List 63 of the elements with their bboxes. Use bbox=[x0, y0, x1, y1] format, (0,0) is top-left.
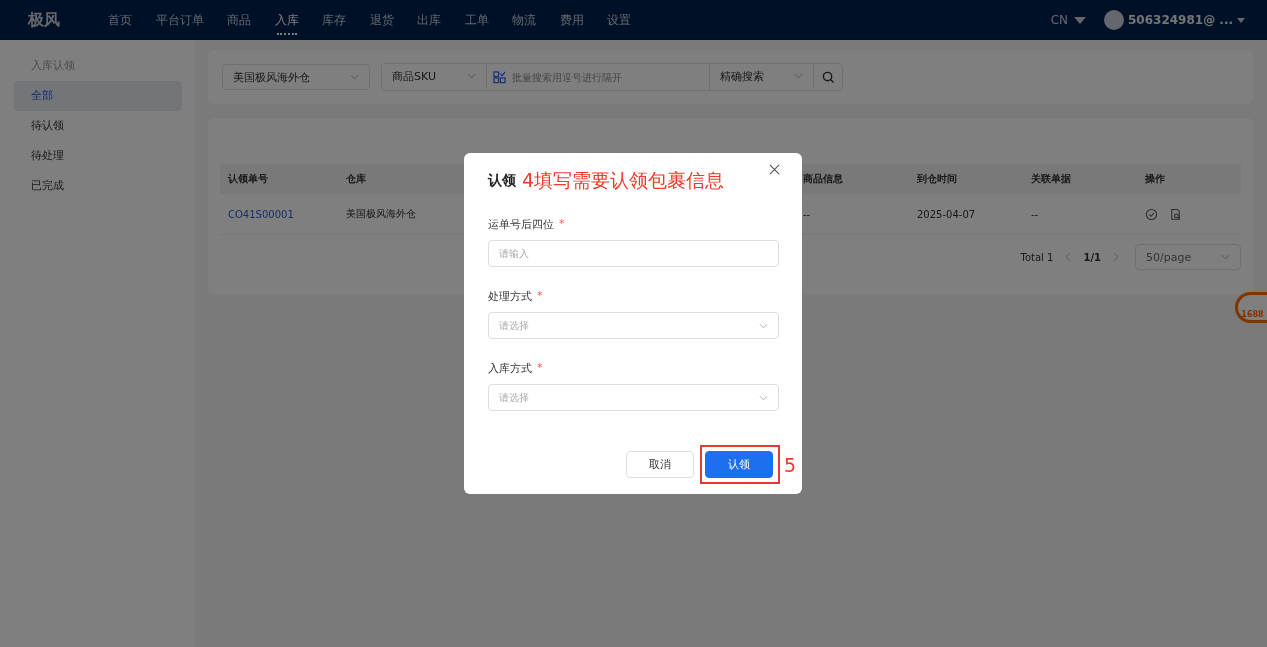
nav-tab[interactable]: 退货 bbox=[357, 0, 406, 40]
required-mark: * bbox=[559, 217, 565, 232]
annotation-text: 4填写需要认领包裹信息 bbox=[522, 168, 725, 193]
sidebar-item[interactable]: 待认领 bbox=[14, 111, 182, 141]
field-label: 处理方式 bbox=[488, 289, 532, 304]
annotation-text: 5 bbox=[783, 453, 796, 476]
select-field[interactable]: 请选择 bbox=[488, 384, 779, 411]
close-icon[interactable] bbox=[769, 164, 780, 175]
sidebar-item[interactable]: 全部 bbox=[14, 81, 182, 111]
table-cell-text: 美国极风海外仓 bbox=[345, 207, 417, 221]
grid-icon bbox=[493, 70, 506, 84]
cancel-button[interactable]: 取消 bbox=[625, 451, 694, 478]
field-select[interactable]: 商品SKU bbox=[382, 64, 487, 88]
search-icon bbox=[821, 70, 835, 84]
total-count: Total 1 bbox=[1020, 251, 1054, 263]
nav-tab[interactable]: 工单 bbox=[452, 0, 501, 40]
app-logo: 极风 bbox=[28, 9, 61, 31]
table-cell-text: -- bbox=[802, 208, 812, 220]
confirm-button[interactable]: 认领 bbox=[704, 451, 773, 478]
chevron-down-icon bbox=[759, 394, 768, 401]
select-field[interactable]: 请选择 bbox=[488, 312, 779, 339]
chevron-down-icon bbox=[759, 322, 768, 329]
input-field[interactable]: 请输入 bbox=[488, 240, 779, 267]
nav-tab[interactable]: 入库 bbox=[262, 0, 311, 40]
user-menu[interactable]: 506324981@ ... bbox=[1128, 13, 1245, 27]
claim-number-link[interactable]: CO41S00001 bbox=[228, 208, 294, 220]
required-mark: * bbox=[537, 361, 543, 376]
column-header: 到仓时间 bbox=[916, 172, 958, 186]
caret-icon bbox=[1074, 16, 1086, 24]
page-size-select[interactable]: 50/page bbox=[1135, 244, 1241, 270]
warehouse-select[interactable]: 美国极风海外仓 bbox=[222, 64, 370, 90]
nav-tab[interactable]: 库存 bbox=[310, 0, 358, 40]
chevron-down-icon bbox=[1221, 254, 1230, 260]
field-label: 运单号后四位 bbox=[488, 217, 554, 232]
sidebar-item[interactable]: 待处理 bbox=[14, 141, 182, 171]
document-search-icon[interactable] bbox=[1169, 207, 1182, 221]
check-circle-icon[interactable] bbox=[1145, 207, 1158, 221]
nav-tab[interactable]: 费用 bbox=[547, 0, 596, 40]
table-cell-text: -- bbox=[1030, 208, 1040, 220]
nav-tab[interactable]: 平台订单 bbox=[143, 0, 216, 40]
column-header: 认领单号 bbox=[227, 172, 269, 186]
chevron-down-icon bbox=[467, 73, 476, 79]
column-header: 操作 bbox=[1144, 172, 1166, 186]
chevron-down-icon bbox=[794, 73, 803, 79]
nav-tab[interactable]: 首页 bbox=[96, 0, 144, 40]
column-header: 仓库 bbox=[345, 172, 367, 186]
dialog-title: 认领 bbox=[488, 172, 516, 190]
field-label: 入库方式 bbox=[488, 361, 532, 376]
floating-badge[interactable]: 1688 bbox=[1235, 292, 1267, 323]
nav-tab[interactable]: 物流 bbox=[500, 0, 548, 40]
nav-tab[interactable]: 商品 bbox=[215, 0, 263, 40]
table-cell-text: 2025-04-07 bbox=[916, 208, 977, 220]
nav-tab[interactable]: 出库 bbox=[405, 0, 453, 40]
column-header: 关联单据 bbox=[1030, 172, 1072, 186]
required-mark: * bbox=[537, 289, 543, 304]
nav-tab[interactable]: 设置 bbox=[595, 0, 643, 40]
language-selector[interactable]: CN bbox=[1050, 13, 1086, 27]
sidebar-item[interactable]: 已完成 bbox=[14, 171, 182, 201]
caret-icon bbox=[1237, 17, 1245, 23]
chevron-down-icon bbox=[350, 74, 359, 80]
page-indicator: 1/1 bbox=[1083, 251, 1101, 263]
avatar-icon[interactable] bbox=[1104, 10, 1124, 30]
column-header: 商品信息 bbox=[802, 172, 844, 186]
